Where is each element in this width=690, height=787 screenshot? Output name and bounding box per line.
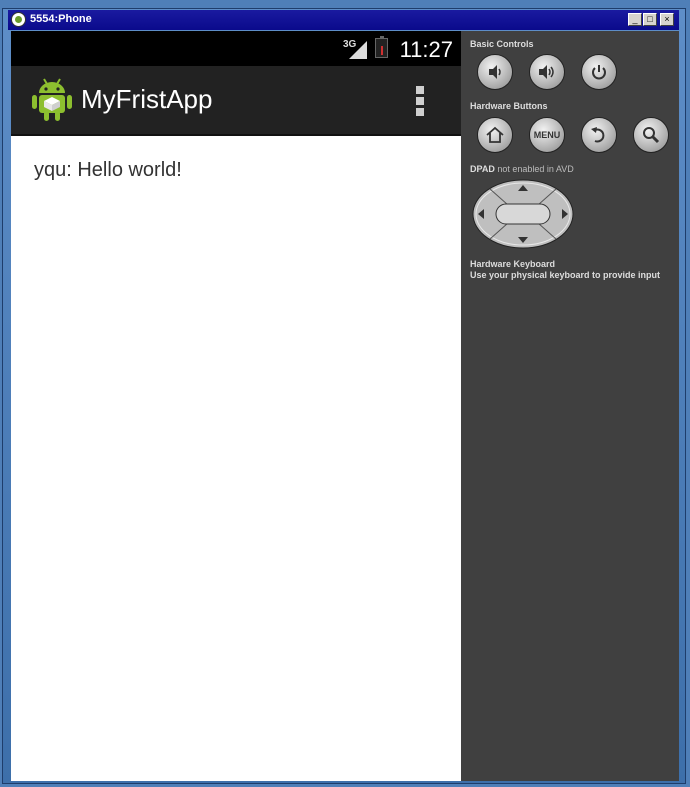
window-title: 5554:Phone: [30, 13, 92, 25]
dpad-label: DPAD not enabled in AVD: [470, 164, 574, 174]
signal-icon: [349, 41, 367, 59]
app-title: MyFristApp: [81, 84, 213, 114]
android-app-icon[interactable]: [31, 77, 73, 123]
emulator-icon: [11, 12, 26, 27]
home-button[interactable]: [477, 117, 513, 153]
status-bar: 3G 11:27: [11, 31, 461, 66]
volume-up-button[interactable]: [529, 54, 565, 90]
status-time: 11:27: [399, 37, 453, 62]
action-bar: MyFristApp: [11, 66, 461, 136]
dpad-control[interactable]: [472, 179, 574, 249]
close-button[interactable]: ×: [660, 13, 674, 26]
volume-down-button[interactable]: [477, 54, 513, 90]
hello-text: yqu: Hello world!: [34, 159, 182, 181]
phone-screen[interactable]: 3G 11:27 MyFristApp yqu: Hello world!: [11, 31, 461, 781]
dpad-label-text: DPAD: [470, 164, 495, 174]
window-titlebar[interactable]: 5554:Phone _ □ ×: [8, 10, 679, 30]
hardware-keyboard-note: Use your physical keyboard to provide in…: [470, 270, 661, 280]
hardware-keyboard-label: Hardware Keyboard: [470, 259, 556, 269]
back-icon: [591, 127, 605, 143]
back-button[interactable]: [581, 117, 617, 153]
volume-down-icon: [489, 65, 501, 79]
home-icon: [486, 126, 504, 143]
minimize-button[interactable]: _: [628, 13, 642, 26]
search-icon: [643, 127, 660, 144]
emulator-device: 3G 11:27 MyFristApp yqu: Hello world! Ba…: [11, 31, 679, 781]
overflow-menu-icon[interactable]: [415, 86, 425, 116]
battery-icon: [375, 36, 388, 58]
emulator-controls-panel: Basic Controls Hardware Buttons MENU DPA…: [461, 31, 679, 781]
volume-up-icon: [539, 65, 554, 79]
hardware-buttons-label: Hardware Buttons: [470, 101, 548, 111]
menu-button[interactable]: MENU: [529, 117, 565, 153]
search-button[interactable]: [633, 117, 669, 153]
menu-button-label: MENU: [533, 130, 561, 140]
maximize-button[interactable]: □: [643, 13, 657, 26]
basic-controls-label: Basic Controls: [470, 39, 534, 49]
power-button[interactable]: [581, 54, 617, 90]
dpad-note: not enabled in AVD: [497, 164, 574, 174]
power-icon: [592, 65, 606, 80]
